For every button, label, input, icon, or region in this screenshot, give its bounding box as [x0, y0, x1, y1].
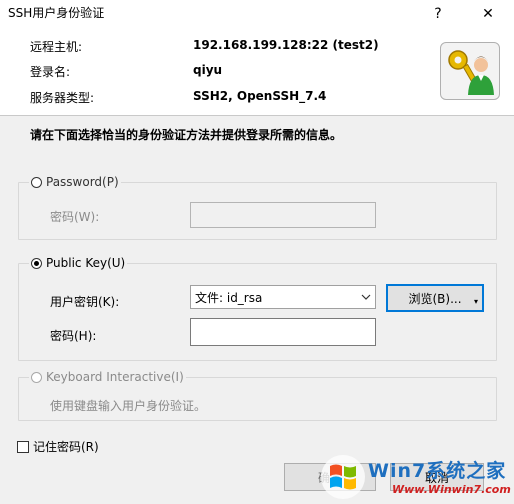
host-value: 192.168.199.128:22 (test2) [193, 38, 379, 52]
password-field-label: 密码(W): [50, 210, 100, 224]
user-key-select[interactable]: 文件: id_rsa [190, 285, 376, 309]
keyboard-interactive-desc: 使用键盘输入用户身份验证。 [50, 399, 207, 413]
password-radio-indicator[interactable] [31, 176, 42, 188]
remember-password-box[interactable] [17, 440, 29, 453]
close-icon: ✕ [482, 6, 494, 22]
key-user-icon [440, 42, 500, 100]
help-icon: ? [434, 6, 442, 22]
login-value: qiyu [193, 63, 223, 77]
window-title: SSH用户身份验证 [8, 6, 105, 20]
public-key-radio-label: Public Key(U) [46, 256, 126, 270]
password-radio-label: Password(P) [46, 175, 119, 189]
chevron-down-icon [357, 294, 375, 300]
caret-down-icon: ▾ [473, 297, 478, 306]
help-button[interactable]: ? [416, 0, 460, 28]
user-key-label: 用户密钥(K): [50, 295, 120, 309]
watermark-url: Www.Winwin7.com [392, 483, 511, 496]
browse-button[interactable]: 浏览(B)... ▾ [386, 284, 484, 312]
remember-password-checkbox[interactable]: 记住密码(R) [17, 438, 99, 455]
keyboard-interactive-radio-label: Keyboard Interactive(I) [46, 370, 184, 384]
public-key-radio[interactable]: Public Key(U) [29, 256, 128, 270]
keyboard-interactive-radio[interactable]: Keyboard Interactive(I) [29, 370, 186, 384]
keyboard-interactive-radio-indicator[interactable] [31, 371, 42, 383]
public-key-group [18, 263, 497, 361]
login-label: 登录名: [30, 65, 71, 79]
password-input[interactable] [190, 202, 376, 228]
host-label: 远程主机: [30, 40, 83, 54]
user-key-select-value: 文件: id_rsa [195, 290, 263, 305]
remember-password-label: 记住密码(R) [33, 440, 99, 454]
server-type-label: 服务器类型: [30, 91, 95, 105]
close-button[interactable]: ✕ [466, 0, 510, 28]
watermark: Win7系统之家 Www.Winwin7.com [318, 450, 514, 504]
server-type-value: SSH2, OpenSSH_7.4 [193, 89, 327, 103]
public-key-radio-indicator[interactable] [31, 257, 42, 269]
browse-button-label: 浏览(B)... [408, 291, 462, 306]
password-radio[interactable]: Password(P) [29, 175, 121, 189]
key-passphrase-input[interactable] [190, 318, 376, 346]
windows-logo-icon [321, 455, 365, 499]
instruction-text: 请在下面选择恰当的身份验证方法并提供登录所需的信息。 [30, 128, 343, 142]
key-passphrase-label: 密码(H): [50, 329, 97, 343]
watermark-title: Win7系统之家 [368, 460, 507, 482]
